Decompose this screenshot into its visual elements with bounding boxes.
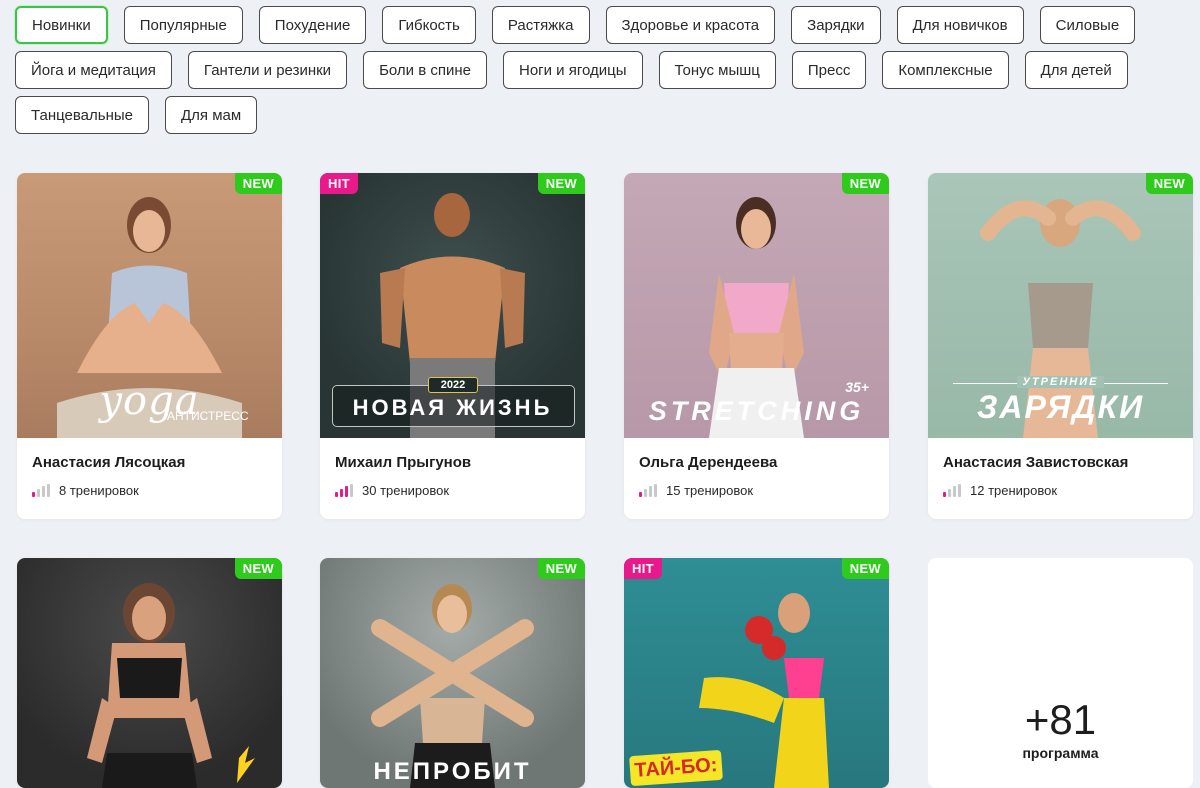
workout-count: 8 тренировок [59, 483, 139, 498]
program-card[interactable]: УТРЕННИЕ ЗАРЯДКИ NEW Анастасия Завистовс… [928, 173, 1193, 519]
program-cover-image: УТРЕННИЕ ЗАРЯДКИ NEW [928, 173, 1193, 438]
more-programs-count: +81 [1024, 696, 1097, 743]
badge-hit: HIT [624, 558, 662, 579]
program-card[interactable]: 2022 НОВАЯ ЖИЗНЬ HIT NEW Михаил Прыгунов… [320, 173, 585, 519]
cover-subtitle: 35+ [845, 379, 869, 395]
badge-new: NEW [1145, 173, 1193, 194]
person-figure [371, 584, 534, 788]
program-card[interactable]: yoga АНТИСТРЕСС NEW Анастасия Лясоцкая 8… [17, 173, 282, 519]
trainer-name: Ольга Дерендеева [639, 454, 778, 471]
cover-title: НЕПРОБИТ [373, 758, 532, 785]
workout-count: 12 тренировок [970, 483, 1058, 498]
filter-chip-strength[interactable]: Силовые [1039, 6, 1136, 44]
person-figure [87, 583, 255, 788]
more-programs-label: программа [1022, 745, 1099, 761]
filter-chip-dumbbells[interactable]: Гантели и резинки [187, 51, 348, 89]
program-cover-image: yoga АНТИСТРЕСС NEW [17, 173, 282, 438]
more-programs-card[interactable]: +81 программа [928, 558, 1193, 788]
difficulty-level-icon [943, 483, 961, 497]
filter-chip-yoga[interactable]: Йога и медитация [15, 51, 172, 89]
trainer-name: Анастасия Лясоцкая [32, 454, 186, 471]
program-card[interactable]: ТАЙ-БО: HIT NEW [624, 558, 889, 788]
filter-chip-kids[interactable]: Для детей [1024, 51, 1128, 89]
cover-subtitle: УТРЕННИЕ [928, 376, 1193, 388]
filter-chip-back-pain[interactable]: Боли в спине [363, 51, 487, 89]
badge-new: NEW [537, 173, 585, 194]
program-cover-image: NEW [17, 558, 282, 788]
workout-count: 15 тренировок [666, 483, 754, 498]
program-card[interactable]: NEW [17, 558, 282, 788]
program-cover-image: НЕПРОБИТ NEW [320, 558, 585, 788]
cover-title: ЗАРЯДКИ [976, 389, 1145, 425]
cover-subtitle: 2022 [428, 377, 478, 393]
filter-chip-complex[interactable]: Комплексные [882, 51, 1009, 89]
badge-new: NEW [841, 173, 889, 194]
cover-subtitle: АНТИСТРЕСС [167, 409, 249, 423]
filter-chip-beginners[interactable]: Для новичков [896, 6, 1024, 44]
filter-chip-weight-loss[interactable]: Похудение [258, 6, 367, 44]
filter-chip-stretching[interactable]: Растяжка [491, 6, 590, 44]
badge-new: NEW [234, 558, 282, 579]
program-card[interactable]: STRETCHING 35+ NEW Ольга Дерендеева 15 т… [624, 173, 889, 519]
difficulty-level-icon [32, 483, 50, 497]
workout-count: 30 тренировок [362, 483, 450, 498]
program-cover-image: ТАЙ-БО: HIT NEW [624, 558, 889, 788]
difficulty-level-icon [335, 483, 353, 497]
program-cover-image: 2022 НОВАЯ ЖИЗНЬ HIT NEW [320, 173, 585, 438]
filter-chip-moms[interactable]: Для мам [165, 96, 258, 134]
filter-chip-popular[interactable]: Популярные [123, 6, 243, 44]
difficulty-level-icon [639, 483, 657, 497]
filter-chip-health-beauty[interactable]: Здоровье и красота [605, 6, 776, 44]
cover-title: НОВАЯ ЖИЗНЬ [352, 395, 553, 420]
trainer-name: Анастасия Завистовская [943, 454, 1129, 471]
category-filters: Новинки Популярные Похудение Гибкость Ра… [15, 6, 1195, 134]
trainer-name: Михаил Прыгунов [335, 454, 472, 471]
filter-chip-muscle-tone[interactable]: Тонус мышц [658, 51, 776, 89]
program-cover-image: STRETCHING 35+ NEW [624, 173, 889, 438]
badge-new: NEW [234, 173, 282, 194]
badge-hit: HIT [320, 173, 358, 194]
cover-title: STRETCHING [648, 396, 865, 426]
badge-new: NEW [537, 558, 585, 579]
filter-chip-flexibility[interactable]: Гибкость [382, 6, 476, 44]
cover-title: ТАЙ-БО: [629, 749, 723, 787]
filter-chip-dance[interactable]: Танцевальные [15, 96, 149, 134]
badge-new: NEW [841, 558, 889, 579]
filter-chip-morning-exercises[interactable]: Зарядки [791, 6, 881, 44]
program-card[interactable]: НЕПРОБИТ NEW [320, 558, 585, 788]
filter-chip-abs[interactable]: Пресс [791, 51, 867, 89]
filter-chip-new[interactable]: Новинки [15, 6, 108, 44]
filter-chip-legs-glutes[interactable]: Ноги и ягодицы [502, 51, 643, 89]
